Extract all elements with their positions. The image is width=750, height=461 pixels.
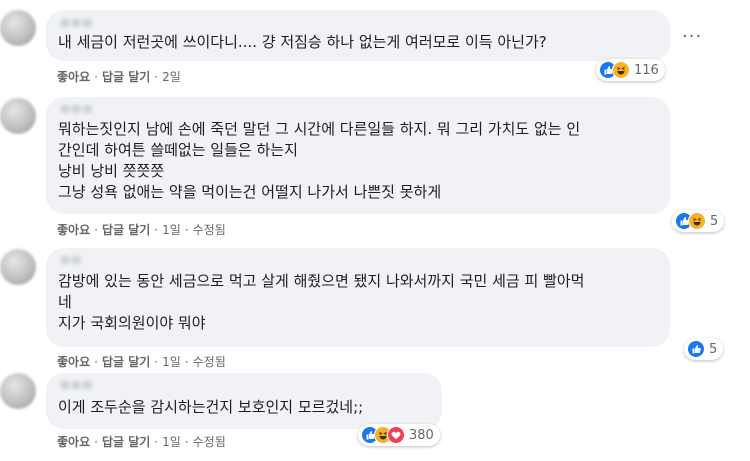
avatar[interactable]	[0, 373, 36, 409]
comment-bubble: ㅁㅁㅁ 내 세금이 저런곳에 쓰이다니.... 걍 저짐승 하나 없는게 여러모…	[46, 10, 670, 61]
timestamp[interactable]: 1일	[162, 221, 181, 238]
reaction-summary[interactable]: 380	[358, 424, 440, 446]
comment-2: ㅁㅁㅁ 뭐하는짓인지 남에 손에 죽던 말던 그 시간에 다른일들 하지. 뭐 …	[0, 90, 750, 240]
avatar[interactable]	[0, 249, 36, 285]
comment-4: ㅁㅁㅁ 이게 조두순을 감시하는건지 보호인지 모르겄네;; 좋아요 · 답글 …	[0, 370, 750, 461]
reaction-count: 116	[634, 62, 659, 78]
haha-icon	[688, 212, 706, 230]
avatar[interactable]	[0, 10, 36, 46]
like-icon	[687, 340, 705, 358]
comment-actions: 좋아요 · 답글 달기 · 1일 · 수정됨	[57, 353, 226, 370]
comment-text: 뭐하는짓인지 남에 손에 죽던 말던 그 시간에 다른일들 하지. 뭐 그리 가…	[58, 120, 581, 201]
more-options-icon[interactable]: ···	[682, 28, 702, 46]
love-icon	[387, 426, 405, 444]
reply-button[interactable]: 답글 달기	[102, 353, 150, 370]
separator: ·	[154, 354, 159, 369]
comment-text: 내 세금이 저런곳에 쓰이다니.... 걍 저짐승 하나 없는게 여러모로 이득…	[58, 33, 547, 51]
comment-author[interactable]: ㅁㅁㅁ	[60, 15, 93, 31]
comment-bubble: ㅁㅁㅁ 이게 조두순을 감시하는건지 보호인지 모르겄네;;	[46, 373, 442, 429]
reaction-summary[interactable]: 5	[684, 338, 724, 360]
comment-1: ㅁㅁㅁ 내 세금이 저런곳에 쓰이다니.... 걍 저짐승 하나 없는게 여러모…	[0, 0, 750, 90]
reaction-count: 380	[409, 427, 434, 443]
reaction-summary[interactable]: 116	[596, 59, 665, 81]
separator: ·	[154, 434, 159, 449]
comment-author[interactable]: ㅁㅁㅁ	[60, 377, 93, 393]
like-button[interactable]: 좋아요	[57, 221, 90, 238]
timestamp[interactable]: 1일	[162, 433, 181, 450]
like-button[interactable]: 좋아요	[57, 353, 90, 370]
reply-button[interactable]: 답글 달기	[102, 68, 150, 85]
edited-label: 수정됨	[192, 355, 226, 369]
avatar[interactable]	[0, 98, 36, 134]
comment-text: 이게 조두순을 감시하는건지 보호인지 모르겄네;;	[58, 398, 364, 416]
like-button[interactable]: 좋아요	[57, 433, 90, 450]
reaction-summary[interactable]: 5	[672, 210, 725, 232]
comment-actions: 좋아요 · 답글 달기 · 1일 · 수정됨	[57, 433, 226, 450]
edited-label: 수정됨	[192, 223, 226, 237]
separator: ·	[94, 222, 98, 237]
separator: ·	[184, 222, 189, 237]
separator: ·	[154, 222, 159, 237]
edited-label: 수정됨	[192, 435, 226, 449]
comment-author[interactable]: ㅁㅁㅁ	[60, 101, 93, 117]
reaction-count: 5	[709, 341, 718, 357]
comment-text: 감방에 있는 동안 세금으로 먹고 살게 해줬으면 됐지 나와서까지 국민 세금…	[58, 272, 585, 332]
comment-3: ㅁㅁ 감방에 있는 동안 세금으로 먹고 살게 해줬으면 됐지 나와서까지 국민…	[0, 240, 750, 370]
separator: ·	[154, 69, 159, 84]
comment-actions: 좋아요 · 답글 달기 · 1일 · 수정됨	[57, 221, 226, 238]
reply-button[interactable]: 답글 달기	[102, 221, 150, 238]
separator: ·	[94, 354, 98, 369]
comment-author[interactable]: ㅁㅁ	[60, 252, 82, 268]
reply-button[interactable]: 답글 달기	[102, 433, 150, 450]
timestamp[interactable]: 2일	[162, 68, 181, 85]
comment-bubble: ㅁㅁ 감방에 있는 동안 세금으로 먹고 살게 해줬으면 됐지 나와서까지 국민…	[46, 248, 670, 347]
separator: ·	[184, 434, 189, 449]
separator: ·	[94, 69, 98, 84]
timestamp[interactable]: 1일	[162, 353, 181, 370]
separator: ·	[94, 434, 98, 449]
separator: ·	[184, 354, 189, 369]
comment-actions: 좋아요 · 답글 달기 · 2일	[57, 68, 181, 85]
comment-bubble: ㅁㅁㅁ 뭐하는짓인지 남에 손에 죽던 말던 그 시간에 다른일들 하지. 뭐 …	[46, 97, 670, 214]
haha-icon	[612, 61, 630, 79]
like-button[interactable]: 좋아요	[57, 68, 90, 85]
reaction-count: 5	[710, 213, 719, 229]
